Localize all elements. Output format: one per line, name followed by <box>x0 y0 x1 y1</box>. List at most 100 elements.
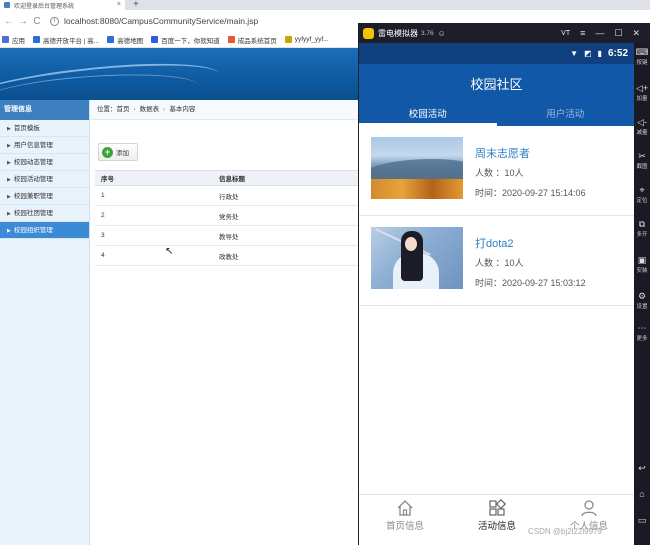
home-icon <box>397 500 413 516</box>
emulator-toolbar: ⌨ 按键 ◁+ 加量 ◁- 减量 ✂ 截图 ⌖ 定位 ⧉ 多开 ▣ 安装 ⚙ 设置 ⋯ 更多 ↩ ⌂ ▭ <box>634 43 650 545</box>
window-controls: VT ≡ — ☐ ✕ <box>551 23 640 43</box>
bookmark-label: yyfyyf_yyf... <box>294 36 329 43</box>
breadcrumb-item[interactable]: 首页 <box>117 106 130 113</box>
toolbar-button[interactable]: ⋯ 更多 <box>634 323 650 342</box>
app-title: 校园社区 <box>359 64 634 106</box>
nav-profile[interactable]: 个人信息 <box>543 495 635 545</box>
close-icon[interactable]: ✕ <box>632 28 640 39</box>
toolbar-button[interactable]: ▭ <box>634 515 650 526</box>
close-tab-icon[interactable]: × <box>117 1 121 8</box>
plus-icon: + <box>102 146 113 158</box>
bookmark-label: 高德开放平台 | 高... <box>43 37 100 45</box>
sidebar-item[interactable]: ▶ 用户信息管理 <box>0 137 89 154</box>
toolbar-button[interactable]: ↩ <box>634 463 650 474</box>
bookmark-item[interactable]: 高德开放平台 | 高... <box>33 35 99 45</box>
toolbar-button[interactable]: ⌂ <box>634 489 650 500</box>
bookmark-label: 高德地图 <box>117 37 144 45</box>
face-shape <box>405 237 417 251</box>
forward-button[interactable]: → <box>16 16 30 27</box>
info-icon[interactable]: i <box>50 16 59 26</box>
caret-right-icon: ▶ <box>7 211 11 217</box>
tab-user-activities[interactable]: 用户活动 <box>497 106 635 126</box>
caret-right-icon: ▶ <box>7 126 11 132</box>
home-icon: ⌂ <box>639 489 645 499</box>
bookmark-item[interactable]: 成品系统首页 <box>227 35 277 45</box>
activity-card[interactable]: 周末志愿者 人数 ：10人 时间：2020-09-27 15:14:06 <box>359 126 635 216</box>
maximize-icon[interactable]: ☐ <box>614 28 622 39</box>
toolbar-button[interactable]: ⧉ 多开 <box>634 219 650 238</box>
sidebar-item[interactable]: ▶ 校园兼职管理 <box>0 188 89 205</box>
sidebar-item[interactable]: ▶ 校园组织管理 <box>0 222 96 239</box>
gamepad-icon[interactable]: ☺ <box>438 29 446 38</box>
bookmark-item[interactable]: yyfyyf_yyf... <box>284 36 329 43</box>
sidebar-item[interactable]: ▶ 校园活动管理 <box>0 171 89 188</box>
tab-campus-activities[interactable]: 校园活动 <box>359 106 497 126</box>
info-table: 序号 信息标题 1 行政处 2 党务处 3 教导处 4 政教处 <box>95 170 360 266</box>
bookmark-item[interactable]: 应用 <box>2 35 25 45</box>
activity-list: 周末志愿者 人数 ：10人 时间：2020-09-27 15:14:06 打do… <box>359 126 635 306</box>
toolbar-button[interactable]: ⌨ 按键 <box>634 47 650 66</box>
breadcrumb: 位置：首页 › 数据表 › 基本内容 <box>90 100 360 120</box>
breadcrumb-item[interactable]: 数据表 <box>140 106 160 113</box>
activity-title: 周末志愿者 <box>475 148 530 160</box>
toolbar-button[interactable]: ▣ 安装 <box>634 255 650 274</box>
app-tabs: 校园活动 用户活动 <box>359 106 634 126</box>
caret-right-icon: ▶ <box>7 143 11 149</box>
sidebar-item-label: 首页模板 <box>13 125 40 132</box>
toolbar-button[interactable]: ✂ 截图 <box>634 151 650 170</box>
cell-index: 3 <box>95 225 213 246</box>
minimize-icon[interactable]: — <box>595 28 604 38</box>
reload-button[interactable]: C <box>30 16 44 27</box>
sidebar-item[interactable]: ▶ 首页模板 <box>0 120 89 137</box>
table-row[interactable]: 2 党务处 <box>95 205 360 226</box>
url-text[interactable]: localhost:8080/CampusCommunityService/ma… <box>64 16 258 26</box>
cell-title: 政教处 <box>213 245 360 266</box>
android-emulator-window: 雷电模拟器 3.76 ☺ VT ≡ — ☐ ✕ ▼ ◩ ▮ 6:52 校园社区 … <box>358 23 650 545</box>
new-tab-button[interactable]: + <box>133 0 139 10</box>
toolbar-button[interactable]: ◁+ 加量 <box>634 83 650 102</box>
table-row[interactable]: 1 行政处 <box>95 185 360 206</box>
emulator-titlebar: 雷电模拟器 3.76 ☺ VT ≡ — ☐ ✕ <box>358 23 650 43</box>
bookmark-item[interactable]: 百度一下，你就知道 <box>151 35 220 45</box>
breadcrumb-separator: › <box>163 106 166 113</box>
toolbar-button[interactable]: ◁- 减量 <box>634 117 650 136</box>
toolbar-label: 安装 <box>636 268 648 274</box>
back-icon: ↩ <box>638 463 646 473</box>
more-icon: ⋯ <box>637 323 647 333</box>
table-row[interactable]: 4 政教处 <box>95 245 360 266</box>
toolbar-label: 加量 <box>636 96 648 102</box>
keyboard-icon: ⌨ <box>635 47 649 57</box>
back-button[interactable]: ← <box>2 16 16 27</box>
add-button[interactable]: + 添加 <box>98 143 138 161</box>
sidebar-item[interactable]: ▶ 校园社团管理 <box>0 205 89 222</box>
table-row[interactable]: 3 教导处 <box>95 225 360 246</box>
favicon-icon <box>4 2 10 8</box>
activity-card[interactable]: 打dota2 人数 ：10人 时间：2020-09-27 15:03:12 <box>359 216 635 306</box>
bookmark-label: 百度一下，你就知道 <box>161 37 220 45</box>
nav-activities[interactable]: 活动信息 <box>451 495 543 545</box>
browser-tab-strip: 欢迎登录后台管理系统 × + <box>0 0 650 10</box>
cell-title: 行政处 <box>213 185 360 206</box>
sidebar-item-label: 用户信息管理 <box>13 142 53 149</box>
bookmark-item[interactable]: 高德地图 <box>107 35 143 45</box>
sidebar-item-label: 校园兼职管理 <box>13 193 53 200</box>
gear-icon: ⚙ <box>637 291 647 301</box>
toolbar-button[interactable]: ⌖ 定位 <box>634 185 650 204</box>
toolbar-label: 设置 <box>636 304 648 310</box>
emulator-version: 3.76 <box>421 29 434 37</box>
url-field[interactable]: i localhost:8080/CampusCommunityService/… <box>50 16 258 26</box>
volume-down-icon: ◁- <box>637 117 647 127</box>
bookmark-label: 应用 <box>12 37 25 45</box>
column-header-title: 信息标题 <box>213 170 360 186</box>
browser-tab[interactable]: 欢迎登录后台管理系统 × <box>0 0 125 10</box>
cell-index: 1 <box>95 185 213 206</box>
toolbar-button[interactable]: ⚙ 设置 <box>634 291 650 310</box>
breadcrumb-prefix: 位置： <box>97 106 117 113</box>
nav-home[interactable]: 首页信息 <box>359 495 451 545</box>
sidebar-item-label: 校园动态管理 <box>13 159 53 166</box>
cell-index: 4 <box>95 245 213 266</box>
sidebar-item[interactable]: ▶ 校园动态管理 <box>0 154 89 171</box>
menu-icon[interactable]: ≡ <box>580 28 585 38</box>
caret-right-icon: ▶ <box>7 194 11 200</box>
caret-right-icon: ▶ <box>7 160 11 166</box>
